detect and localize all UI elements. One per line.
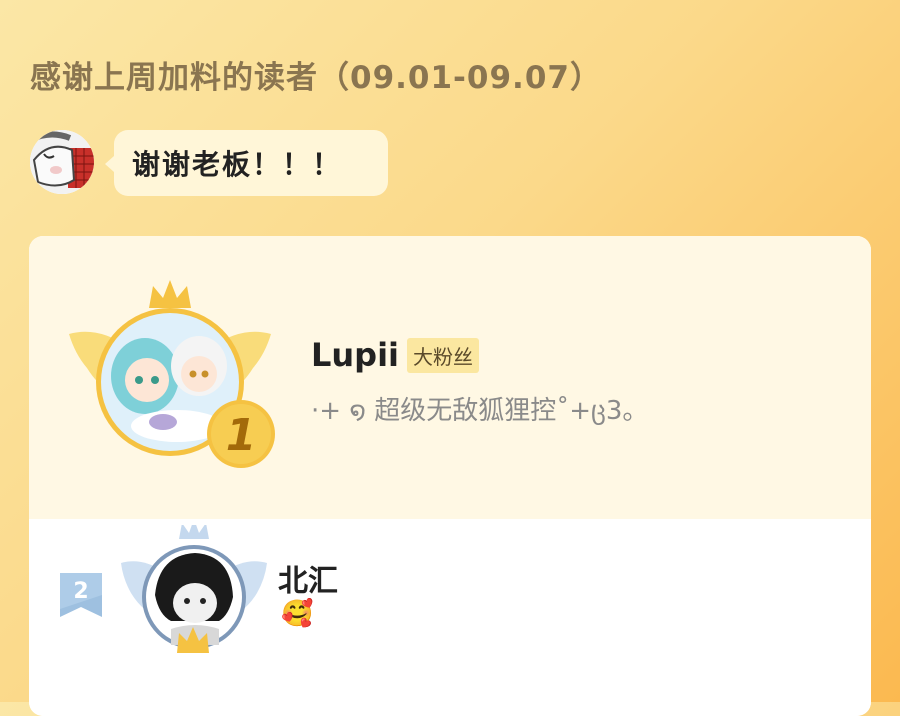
rank-2-label-wrap: 2 bbox=[60, 573, 102, 617]
reader-1-name: Lupii bbox=[311, 336, 400, 374]
fan-badge: 大粉丝 bbox=[407, 337, 480, 373]
rank-2-number: 2 bbox=[73, 579, 89, 604]
reader-2-signature: 🥰 bbox=[281, 599, 314, 629]
reader-2-name: 北汇 bbox=[278, 564, 338, 599]
author-message-bubble: 谢谢老板！！！ bbox=[105, 130, 388, 196]
page-title: 感谢上周加料的读者（09.01-09.07） bbox=[30, 60, 602, 96]
rank-3-crown-icon bbox=[177, 627, 209, 653]
author-message-text: 谢谢老板！！！ bbox=[132, 148, 343, 181]
first-place-frame-icon: 1 bbox=[69, 280, 275, 468]
rank-1-number: 1 bbox=[226, 410, 257, 461]
reader-1-name-line: Lupii 大粉丝 bbox=[311, 336, 480, 374]
ranking-row-1[interactable]: 1 Lupii 大粉丝 ·+ ໑ 超级无敌狐狸控˚+ც3。 bbox=[29, 236, 871, 519]
ranking-row-2[interactable]: 2 北汇 🥰 bbox=[29, 519, 871, 716]
reader-ranking-panel: 1 Lupii 大粉丝 ·+ ໑ 超级无敌狐狸控˚+ც3。 2 北汇 🥰 bbox=[29, 236, 871, 716]
author-avatar[interactable] bbox=[30, 130, 94, 194]
reader-1-signature: ·+ ໑ 超级无敌狐狸控˚+ც3。 bbox=[311, 396, 649, 426]
